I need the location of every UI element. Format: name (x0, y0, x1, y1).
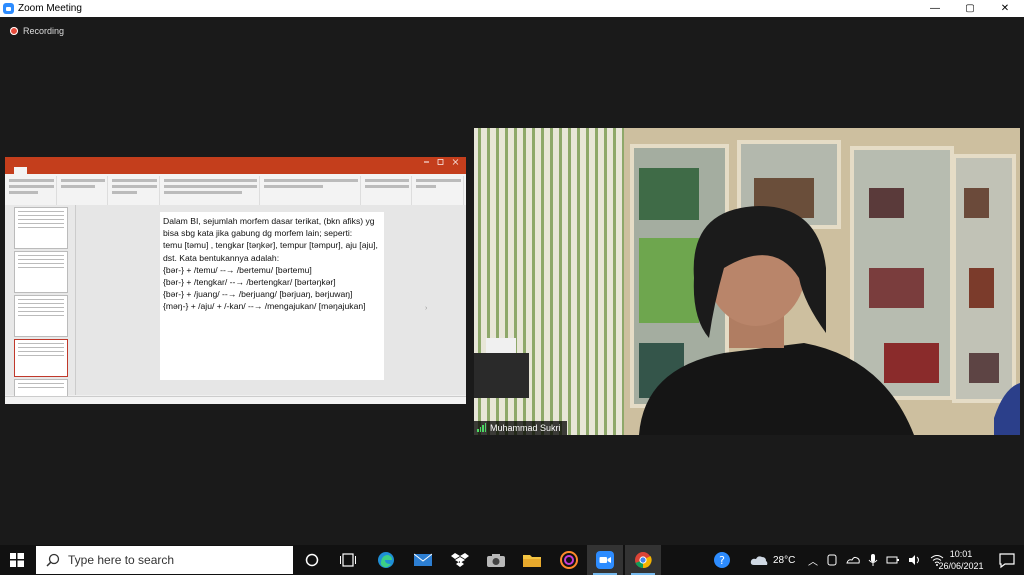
windows-logo-icon (10, 553, 24, 567)
taskbar-app-dropbox[interactable] (442, 545, 478, 575)
ppt-ribbon (5, 174, 466, 209)
slide-thumbnail[interactable] (14, 207, 68, 249)
system-tray[interactable]: ︿ (808, 545, 944, 575)
taskbar-app-file-explorer[interactable] (514, 545, 550, 575)
participant-name-label: Muhammad Sukri (474, 421, 567, 435)
speaker-video-frame (474, 128, 1020, 435)
microphone-icon[interactable] (868, 553, 878, 567)
slide-thumbnail[interactable] (14, 295, 68, 337)
signal-strength-icon (477, 423, 486, 432)
record-icon (10, 27, 18, 35)
slide-line: temu [təmu] , tengkar [təŋkər], tempur [… (163, 240, 378, 263)
ppt-workspace: Dalam BI, sejumlah morfem dasar terikat,… (5, 205, 466, 401)
cloud-icon (750, 556, 768, 565)
taskbar-app-edge[interactable] (368, 545, 404, 575)
window-title: Zoom Meeting (18, 3, 82, 14)
title-bar: Zoom Meeting — ▢ ✕ (0, 0, 1024, 17)
task-view-icon (340, 553, 356, 567)
minimize-button[interactable]: — (918, 0, 952, 17)
taskbar: Type here to search ? 28°C ︿ 10:01 26/06… (0, 545, 1024, 575)
taskbar-app-mail[interactable] (405, 545, 441, 575)
start-button[interactable] (0, 545, 34, 575)
taskbar-app-camera[interactable] (478, 545, 514, 575)
notification-center-icon[interactable] (998, 551, 1016, 569)
edge-icon (378, 552, 394, 568)
weather-temperature: 28°C (773, 554, 796, 566)
help-button[interactable]: ? (704, 545, 740, 575)
next-slide-arrow-icon[interactable]: › (425, 305, 427, 312)
taskbar-search-box[interactable]: Type here to search (36, 546, 293, 574)
taskbar-app-chrome[interactable] (625, 545, 661, 575)
ppt-status-bar (5, 396, 466, 404)
tray-app-icon[interactable] (826, 554, 838, 566)
media-player-icon (560, 551, 578, 569)
ppt-window-controls-icon (424, 158, 459, 165)
cortana-button[interactable] (294, 545, 330, 575)
camera-icon (487, 554, 505, 567)
slide-line: Dalam BI, sejumlah morfem dasar terikat,… (163, 216, 375, 239)
close-button[interactable]: ✕ (988, 0, 1022, 17)
taskbar-clock[interactable]: 10:01 26/06/2021 (936, 548, 986, 572)
slide-text: Dalam BI, sejumlah morfem dasar terikat,… (163, 215, 381, 313)
speaker-video[interactable]: Muhammad Sukri (474, 128, 1020, 435)
cortana-circle-icon (305, 553, 319, 567)
slide-line: {bər-} + /tengkar/ --→ /bertengkar/ [bər… (163, 277, 336, 288)
slide-thumbnail-pane[interactable] (5, 205, 76, 401)
slide-line: {məŋ-} + /aju/ + /-kan/ --→ /mengajukan/… (163, 301, 366, 312)
maximize-button[interactable]: ▢ (953, 0, 987, 17)
slide-thumbnail-selected[interactable] (14, 339, 68, 377)
weather-widget[interactable]: 28°C (750, 545, 795, 575)
volume-icon[interactable] (908, 554, 922, 566)
recording-label: Recording (23, 26, 65, 36)
clock-date: 26/06/2021 (938, 561, 984, 571)
tray-network-app-icon[interactable] (846, 554, 860, 566)
participant-name: Muhammad Sukri (490, 423, 561, 433)
dropbox-icon (451, 553, 469, 567)
zoom-icon (596, 551, 614, 569)
ppt-title-bar (5, 157, 466, 166)
chrome-icon (635, 552, 652, 569)
slide-line: {bər-} + /juang/ --→ /berjuang/ [bərjuaŋ… (163, 289, 353, 300)
recording-indicator[interactable]: Recording (10, 26, 64, 36)
taskbar-app-media[interactable] (551, 545, 587, 575)
slide-thumbnail[interactable] (14, 251, 68, 293)
battery-icon[interactable] (886, 554, 900, 566)
current-slide: Dalam BI, sejumlah morfem dasar terikat,… (160, 212, 384, 380)
zoom-logo-icon (3, 3, 14, 14)
slide-line: {bər-} + /temu/ --→ /bertemu/ [bərtemu] (163, 264, 312, 275)
taskbar-app-zoom[interactable] (587, 545, 623, 575)
help-icon: ? (714, 552, 730, 568)
folder-icon (523, 555, 541, 567)
ppt-ribbon-tabs (5, 166, 466, 174)
clock-time: 10:01 (949, 549, 973, 559)
tray-chevron-up-icon[interactable]: ︿ (808, 553, 818, 568)
search-placeholder: Type here to search (68, 553, 175, 567)
svg-text:?: ? (719, 554, 725, 567)
task-view-button[interactable] (330, 545, 366, 575)
shared-screen[interactable]: Dalam BI, sejumlah morfem dasar terikat,… (5, 157, 466, 404)
mail-icon (414, 553, 432, 566)
search-icon (46, 553, 60, 567)
